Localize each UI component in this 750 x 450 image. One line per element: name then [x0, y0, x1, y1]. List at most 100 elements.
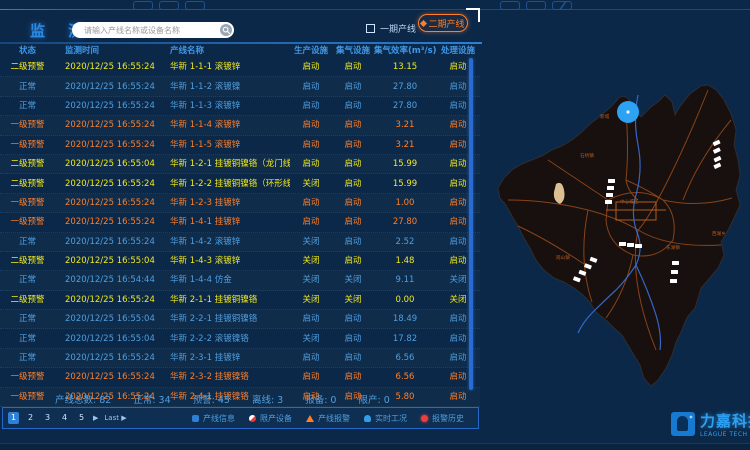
table-row[interactable]: 正常2020/12/25 16:55:24华新 1-1-2 滚镀镍启动启动27.… [0, 77, 480, 96]
line-name-cell: 华新 1-4-3 滚镀锌 [170, 254, 290, 268]
gas-rate-cell: 3.21 [374, 118, 436, 132]
status-cell: 二级预警 [0, 60, 55, 74]
page-button-1[interactable]: 1 [8, 412, 19, 424]
time-cell: 2020/12/25 16:55:24 [55, 99, 170, 113]
table-row[interactable]: 二级预警2020/12/25 16:55:24华新 2-1-1 挂镀铜镍铬关闭关… [0, 291, 480, 310]
corner-bracket-deco [466, 8, 480, 22]
status-cell: 二级预警 [0, 157, 55, 171]
column-header: 处理设施 [436, 44, 480, 58]
time-cell: 2020/12/25 16:55:04 [55, 332, 170, 346]
column-header: 产线名称 [170, 44, 290, 58]
table-row[interactable]: 一级预警2020/12/25 16:55:24华新 1-2-3 挂镀锌启动启动1… [0, 194, 480, 213]
page-button-5[interactable]: 5 [76, 412, 87, 424]
gas-rate-cell: 1.00 [374, 196, 436, 210]
summary-bar: 产线总数: 82正常: 34预警: 45离线: 3报备: 0限产: 0 [55, 392, 480, 406]
gas-facility-cell: 关闭 [332, 273, 374, 287]
prod-facility-cell: 启动 [290, 370, 332, 384]
summary-item: 正常: 34 [133, 392, 170, 406]
line-name-cell: 华新 1-2-1 挂镀铜镍铬（龙门线） [170, 157, 290, 171]
legend-label: 报警历史 [432, 413, 464, 424]
time-cell: 2020/12/25 16:55:24 [55, 351, 170, 365]
treat-facility-cell: 启动 [436, 138, 480, 152]
time-cell: 2020/12/25 16:55:04 [55, 312, 170, 326]
treat-facility-cell: 启动 [436, 177, 480, 191]
table-row[interactable]: 二级预警2020/12/25 16:55:24华新 1-2-2 挂镀铜镍铬（环形… [0, 174, 480, 193]
legend-item-alarm-history[interactable]: 报警历史 [421, 413, 464, 424]
table-row[interactable]: 二级预警2020/12/25 16:55:04华新 1-2-1 挂镀铜镍铬（龙门… [0, 155, 480, 174]
gas-facility-cell: 启动 [332, 312, 374, 326]
table-row[interactable]: 正常2020/12/25 16:55:24华新 2-3-1 挂镀锌启动启动6.5… [0, 349, 480, 368]
treat-facility-cell: 启动 [436, 370, 480, 384]
table-header: 状态监测时间产线名称生产设施集气设施集气效率(m³/s)处理设施 [0, 44, 480, 58]
limit-device-icon [249, 415, 256, 422]
line-name-cell: 华新 1-1-3 滚镀锌 [170, 99, 290, 113]
table-scrollbar[interactable] [469, 58, 473, 390]
gas-rate-cell: 18.49 [374, 312, 436, 326]
map-label: 西湖乡 [712, 230, 726, 237]
time-cell: 2020/12/25 16:55:24 [55, 118, 170, 132]
prod-facility-cell: 关闭 [290, 273, 332, 287]
top-border-line [0, 9, 750, 10]
table-row[interactable]: 正常2020/12/25 16:55:24华新 1-4-2 滚镀锌关闭启动2.5… [0, 233, 480, 252]
status-cell: 正常 [0, 351, 55, 365]
prod-facility-cell: 关闭 [290, 332, 332, 346]
phase1-label[interactable]: 一期产线 [380, 22, 416, 35]
page-button-4[interactable]: 4 [59, 412, 70, 424]
gas-facility-cell: 启动 [332, 235, 374, 249]
search-box[interactable] [72, 22, 234, 38]
gas-rate-cell: 3.21 [374, 138, 436, 152]
gas-rate-cell: 27.80 [374, 80, 436, 94]
table-row[interactable]: 正常2020/12/25 16:55:04华新 2-2-1 挂镀铜镍铬启动启动1… [0, 310, 480, 329]
table-row[interactable]: 一级预警2020/12/25 16:55:24华新 2-3-2 挂镀镍铬启动启动… [0, 368, 480, 387]
line-name-cell: 华新 1-2-3 挂镀锌 [170, 196, 290, 210]
table-row[interactable]: 一级预警2020/12/25 16:55:24华新 1-4-1 挂镀锌启动启动2… [0, 213, 480, 232]
status-cell: 一级预警 [0, 390, 55, 404]
legend-item-limit-device[interactable]: 限产设备 [249, 413, 292, 424]
column-header: 集气效率(m³/s) [374, 44, 436, 58]
line-alarm-icon [306, 415, 314, 422]
footer-bar: 12345 ▶ Last ▶ 产线信息 限产设备 产线报警 实时工况 报警历史 [2, 407, 479, 429]
table-row[interactable]: 一级预警2020/12/25 16:55:24华新 1-1-4 滚镀锌启动启动3… [0, 116, 480, 135]
line-name-cell: 华新 1-2-2 挂镀铜镍铬（环形线） [170, 177, 290, 191]
time-cell: 2020/12/25 16:55:24 [55, 215, 170, 229]
column-header: 状态 [0, 44, 55, 58]
gas-rate-cell: 15.99 [374, 157, 436, 171]
legend-item-line-alarm[interactable]: 产线报警 [306, 413, 350, 424]
brand-logo: 力嘉科技 LEAGUE TECH [671, 410, 750, 438]
table-row[interactable]: 二级预警2020/12/25 16:55:04华新 1-4-3 滚镀锌关闭启动1… [0, 252, 480, 271]
treat-facility-cell: 启动 [436, 215, 480, 229]
legend-item-realtime-status[interactable]: 实时工况 [364, 413, 407, 424]
prod-facility-cell: 启动 [290, 118, 332, 132]
summary-item: 预警: 45 [193, 392, 230, 406]
table-row[interactable]: 正常2020/12/25 16:55:24华新 1-1-3 滚镀锌启动启动27.… [0, 97, 480, 116]
status-cell: 二级预警 [0, 254, 55, 268]
gas-facility-cell: 启动 [332, 177, 374, 191]
legend-bar: 产线信息 限产设备 产线报警 实时工况 报警历史 [192, 413, 478, 424]
map-label: 岗山镇 [556, 254, 570, 261]
gas-rate-cell: 15.99 [374, 177, 436, 191]
status-cell: 正常 [0, 99, 55, 113]
last-page-button[interactable]: Last ▶ [104, 414, 126, 422]
phase1-checkbox[interactable] [366, 24, 375, 33]
table-row[interactable]: 一级预警2020/12/25 16:55:24华新 1-1-5 滚镀锌启动启动3… [0, 136, 480, 155]
time-cell: 2020/12/25 16:55:24 [55, 177, 170, 191]
page-button-3[interactable]: 3 [42, 412, 53, 424]
status-cell: 二级预警 [0, 177, 55, 191]
table-row[interactable]: 正常2020/12/25 16:55:04华新 2-2-2 滚镀镍铬关闭启动17… [0, 329, 480, 348]
line-name-cell: 华新 1-4-1 挂镀锌 [170, 215, 290, 229]
status-cell: 正常 [0, 235, 55, 249]
table-row[interactable]: 二级预警2020/12/25 16:55:24华新 1-1-1 滚镀锌启动启动1… [0, 58, 480, 77]
phase2-button[interactable]: 二期产线 [418, 14, 468, 32]
table-row[interactable]: 正常2020/12/25 16:54:44华新 1-4-4 仿金关闭关闭9.11… [0, 271, 480, 290]
time-cell: 2020/12/25 16:55:24 [55, 235, 170, 249]
prod-facility-cell: 关闭 [290, 235, 332, 249]
legend-item-line-info[interactable]: 产线信息 [192, 413, 235, 424]
search-input[interactable] [82, 25, 220, 36]
search-icon[interactable] [220, 24, 232, 36]
next-page-button[interactable]: ▶ [93, 414, 98, 422]
summary-item: 离线: 3 [252, 392, 283, 406]
prod-facility-cell: 启动 [290, 215, 332, 229]
gas-facility-cell: 启动 [332, 254, 374, 268]
district-map[interactable]: 新城 石桥镇 中心城区 西湖乡 岗山镇 东湖镇 [488, 50, 750, 398]
page-button-2[interactable]: 2 [25, 412, 36, 424]
